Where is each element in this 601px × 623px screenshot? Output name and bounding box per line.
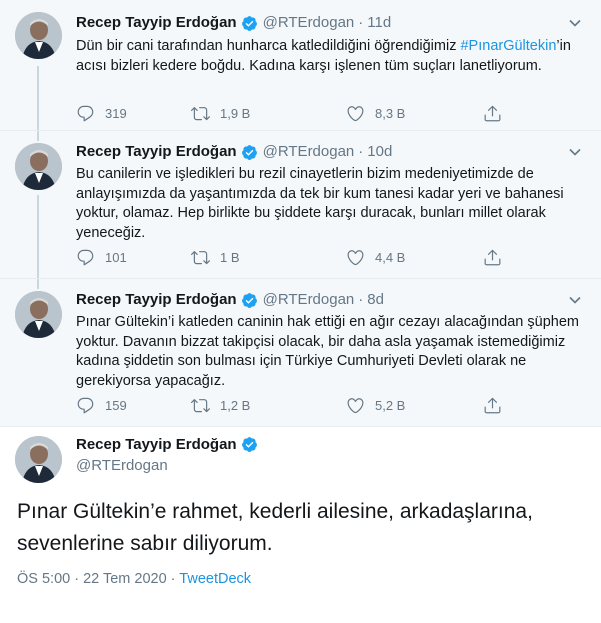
thread-connector	[37, 279, 39, 289]
tweet-text: Pınar Gültekin’i katleden caninin hak et…	[76, 314, 579, 389]
like-button[interactable]: 8,3 B	[346, 104, 405, 123]
hashtag-link[interactable]: #PınarGültekin	[460, 38, 556, 54]
separator-dot: ·	[358, 291, 364, 308]
tweet-actions: 101 1 B 4,4 B	[76, 248, 506, 268]
separator-dot: ·	[358, 143, 364, 160]
reply-icon	[77, 105, 94, 122]
like-button[interactable]: 4,4 B	[346, 248, 405, 267]
tweet-header: Recep Tayyip Erdoğan @RTErdogan · 8d	[76, 290, 384, 310]
avatar[interactable]	[15, 12, 62, 59]
retweet-button[interactable]: 1,9 B	[191, 104, 250, 123]
retweet-icon	[191, 399, 210, 413]
author-name[interactable]: Recep Tayyip Erdoğan	[76, 436, 237, 453]
share-button[interactable]	[483, 248, 512, 267]
more-options-button[interactable]	[565, 290, 585, 310]
retweet-button[interactable]: 1 B	[191, 248, 240, 267]
retweet-count: 1 B	[220, 250, 240, 265]
author-name-row: Recep Tayyip Erdoğan	[76, 436, 258, 453]
tweet-time[interactable]: 11d	[367, 13, 391, 33]
reply-count: 159	[105, 398, 127, 413]
tweet-text-part: Dün bir cani tarafından hunharca katledi…	[76, 38, 461, 54]
author-name[interactable]: Recep Tayyip Erdoğan	[76, 142, 237, 162]
retweet-button[interactable]: 1,2 B	[191, 396, 250, 415]
share-button[interactable]	[483, 104, 512, 123]
author-name[interactable]: Recep Tayyip Erdoğan	[76, 290, 237, 310]
chevron-down-icon	[569, 148, 581, 156]
reply-button[interactable]: 101	[76, 248, 127, 267]
reply-icon	[77, 249, 94, 266]
verified-badge-icon	[241, 144, 257, 160]
like-count: 8,3 B	[375, 106, 406, 121]
reply-button[interactable]: 319	[76, 104, 127, 123]
tweet-time[interactable]: 10d	[367, 142, 392, 162]
heart-icon	[347, 106, 364, 122]
heart-icon	[347, 250, 364, 266]
like-count: 5,2 B	[375, 398, 406, 413]
like-count: 4,4 B	[375, 250, 406, 265]
retweet-icon	[191, 251, 210, 265]
verified-badge-icon	[241, 292, 257, 308]
tweet-text: Bu canilerin ve işledikleri bu rezil cin…	[76, 166, 564, 241]
more-options-button[interactable]	[565, 142, 585, 162]
tweet-text: Dün bir cani tarafından hunharca katledi…	[76, 37, 581, 76]
chevron-down-icon	[569, 19, 581, 27]
tweet-header: Recep Tayyip Erdoğan @RTErdogan · 10d	[76, 142, 392, 162]
tweet-meta: ÖS 5:00 · 22 Tem 2020 · TweetDeck	[17, 571, 251, 587]
separator-dot: ·	[358, 14, 364, 31]
more-options-button[interactable]	[565, 13, 585, 33]
author-handle[interactable]: @RTErdogan	[263, 13, 355, 33]
tweet-timestamp[interactable]: ÖS 5:00 · 22 Tem 2020 ·	[17, 571, 179, 587]
reply-count: 101	[105, 250, 127, 265]
thread-connector	[37, 66, 39, 130]
verified-badge-icon	[241, 437, 257, 452]
retweet-count: 1,2 B	[220, 398, 251, 413]
author-name[interactable]: Recep Tayyip Erdoğan	[76, 13, 237, 33]
avatar[interactable]	[15, 436, 62, 483]
verified-badge-icon	[241, 15, 257, 31]
share-icon	[484, 105, 501, 122]
author-handle[interactable]: @RTErdogan	[263, 290, 355, 310]
like-button[interactable]: 5,2 B	[346, 396, 405, 415]
chevron-down-icon	[569, 296, 581, 304]
author-handle[interactable]: @RTErdogan	[76, 457, 168, 474]
share-icon	[484, 397, 501, 414]
heart-icon	[347, 398, 364, 414]
share-icon	[484, 249, 501, 266]
main-tweet: Recep Tayyip Erdoğan @RTErdogan Pınar Gü…	[0, 427, 601, 623]
thread-tweet-3[interactable]: Recep Tayyip Erdoğan @RTErdogan · 8d Pın…	[0, 279, 601, 426]
main-tweet-text: Pınar Gültekin’e rahmet, kederli ailesin…	[17, 500, 533, 555]
tweet-source-link[interactable]: TweetDeck	[179, 571, 251, 587]
author-handle[interactable]: @RTErdogan	[263, 142, 355, 162]
thread-connector	[37, 195, 39, 278]
retweet-icon	[191, 107, 210, 121]
retweet-count: 1,9 B	[220, 106, 251, 121]
tweet-header: Recep Tayyip Erdoğan @RTErdogan · 11d	[76, 13, 391, 33]
share-button[interactable]	[483, 396, 512, 415]
tweet-time[interactable]: 8d	[367, 290, 384, 310]
thread-connector	[37, 131, 39, 141]
reply-button[interactable]: 159	[76, 396, 127, 415]
thread-tweet-1[interactable]: Recep Tayyip Erdoğan @RTErdogan · 11d Dü…	[0, 0, 601, 130]
tweet-actions: 319 1,9 B 8,3 B	[76, 104, 506, 124]
reply-count: 319	[105, 106, 127, 121]
avatar[interactable]	[15, 143, 62, 190]
avatar[interactable]	[15, 291, 62, 338]
reply-icon	[77, 397, 94, 414]
thread-tweet-2[interactable]: Recep Tayyip Erdoğan @RTErdogan · 10d Bu…	[0, 131, 601, 278]
tweet-actions: 159 1,2 B 5,2 B	[76, 396, 506, 416]
